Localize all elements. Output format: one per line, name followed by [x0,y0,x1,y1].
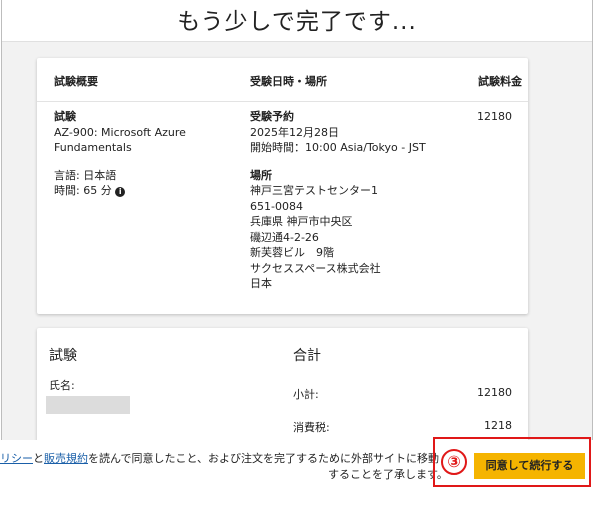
appointment-label: 受験予約 [250,110,294,123]
address-line: サクセススペース株式会社 [250,261,381,275]
exam-duration-row: 時間: 65 分 i [54,183,186,199]
address-line: 日本 [250,277,272,290]
header-fee: 試験料金 [478,75,522,88]
info-icon[interactable]: i [115,187,126,197]
subtotal-value: 12180 [477,386,512,399]
agreement-and: と [33,452,44,465]
address-line: 磯辺通4-2-26 [250,230,319,244]
exam-overview-column: 試験 AZ-900: Microsoft Azure Fundamentals … [54,109,186,199]
place-label: 場所 [250,168,272,182]
exam-summary-card: 試験概要 受験日時・場所 試験料金 試験 AZ-900: Microsoft A… [37,58,528,314]
fee-column: 12180 [477,109,512,125]
tax-value: 1218 [484,419,512,432]
agreement-text: リシーと販売規約を読んで同意したこと、および注文を完了するために外部サイトに移動… [0,451,448,481]
page-title: もう少しで完了です... [177,9,417,35]
subtotal-label: 小計: [293,388,319,401]
exam-language: 言語: 日本語 [54,168,117,182]
exam-label: 試験 [54,110,76,123]
agreement-line1-rest: を読んで同意したこと、および注文を完了するために外部サイトに移動 [88,452,440,465]
exam-name-line1: AZ-900: Microsoft Azure [54,125,186,139]
appointment-date: 2025年12月28日 [250,125,339,139]
total-section-title: 合計 [293,348,321,364]
address-line: 神戸三宮テストセンター1 [250,184,378,197]
exam-section-title: 試験 [49,348,77,364]
title-bar: もう少しで完了です... [2,0,592,42]
address-line: 新芙蓉ビル 9階 [250,246,334,259]
exam-name-line2: Fundamentals [54,141,132,154]
address-line: 651-0084 [250,199,303,213]
header-divider [37,101,528,102]
agreement-line-1: リシーと販売規約を読んで同意したこと、および注文を完了するために外部サイトに移動 [0,451,439,467]
step-number-badge: ③ [441,449,467,475]
terms-of-sale-link[interactable]: 販売規約 [44,452,88,465]
header-overview: 試験概要 [54,75,98,88]
name-label: 氏名: [49,379,75,392]
appointment-column: 受験予約 2025年12月28日 開始時間：10:00 Asia/Tokyo -… [250,109,426,292]
appointment-start-time: 開始時間：10:00 Asia/Tokyo - JST [250,141,426,154]
privacy-policy-link[interactable]: リシー [0,452,33,465]
agree-and-continue-button[interactable]: 同意して続行する [474,453,585,479]
agreement-line-2: することを了承します。 [328,468,448,481]
tax-label: 消費税: [293,421,330,434]
exam-duration: 時間: 65 分 [54,184,112,197]
masked-name-field [46,396,130,414]
checkout-window: もう少しで完了です... 試験概要 受験日時・場所 試験料金 試験 AZ-900… [1,0,593,488]
fee-value: 12180 [477,110,512,123]
address-line: 兵庫県 神戸市中央区 [250,215,353,228]
header-datetime-place: 受験日時・場所 [250,75,327,88]
